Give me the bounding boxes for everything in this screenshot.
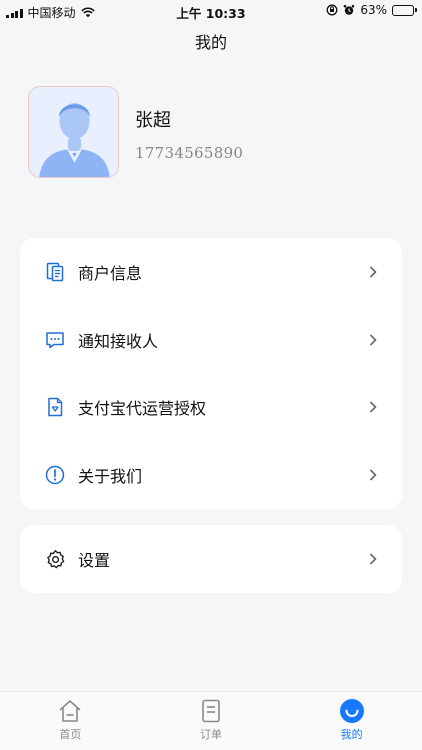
chevron-right-icon [369,469,377,481]
status-right: 63% [326,3,417,17]
tab-orders[interactable]: 订单 [141,692,282,750]
merchant-doc-icon [44,261,66,283]
page-title: 我的 [194,33,227,52]
auth-doc-icon [44,396,66,418]
menu-item-label: 商户信息 [78,263,143,283]
avatar-person-icon [29,87,118,177]
menu-item-settings[interactable]: 设置 [20,525,402,593]
chevron-right-icon [369,401,377,413]
tab-label: 订单 [200,728,222,741]
chevron-right-icon [369,334,377,346]
battery-percent: 63% [360,3,387,17]
battery-icon [392,4,417,16]
home-icon [59,700,81,722]
menu-card: 商户信息 通知接收人 支付宝代运营授权 关于我们 [20,238,402,509]
menu-item-label: 通知接收人 [78,331,159,351]
status-bar: 中国移动 上午 10:33 63% [0,0,422,22]
chevron-right-icon [369,553,377,565]
tab-home[interactable]: 首页 [0,692,141,750]
menu-item-notify-recipient[interactable]: 通知接收人 [20,306,402,374]
menu-item-merchant-info[interactable]: 商户信息 [20,238,402,306]
menu-item-label: 关于我们 [78,467,143,487]
profile-smile-icon [339,699,364,723]
tab-bar: 首页 订单 我的 [0,691,422,750]
menu-item-about-us[interactable]: 关于我们 [20,441,402,509]
user-info: 张超 17734565890 [135,106,243,162]
gear-icon [44,548,66,570]
avatar[interactable] [28,86,119,178]
user-phone: 17734565890 [135,144,244,162]
settings-card: 设置 [20,525,402,593]
chat-bubble-icon [44,329,66,351]
alarm-icon [344,4,355,15]
order-icon [202,699,220,723]
menu-item-label: 支付宝代运营授权 [78,399,207,419]
chevron-right-icon [369,266,377,278]
user-name: 张超 [135,110,171,131]
info-circle-icon [44,464,66,486]
profile-header[interactable]: 张超 17734565890 [28,86,394,180]
settings-label: 设置 [78,551,111,570]
tab-mine[interactable]: 我的 [281,692,422,750]
tab-label: 首页 [59,728,82,741]
nav-bar: 我的 [0,30,422,60]
tab-label: 我的 [340,728,363,741]
rotation-lock-icon [326,4,338,16]
menu-item-alipay-auth[interactable]: 支付宝代运营授权 [20,374,402,442]
